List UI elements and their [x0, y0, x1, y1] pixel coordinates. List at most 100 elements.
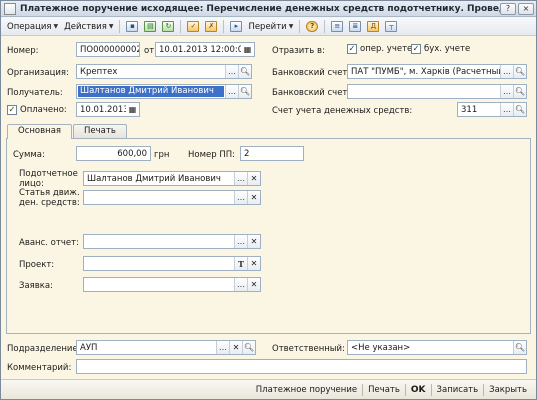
accountable-person-field[interactable]: Шалтанов Дмитрий Иванович … ✕ — [83, 171, 261, 186]
oper-accounting-checkbox[interactable]: ✓ опер. учете — [347, 44, 412, 54]
checkmark-icon: ✓ — [411, 44, 421, 54]
post-icon[interactable]: ✓ — [185, 20, 201, 34]
sum-label: Сумма: — [13, 150, 45, 160]
paid-date-field[interactable]: 10.01.2013 ▦ — [76, 102, 140, 117]
toolbar-separator — [299, 20, 301, 33]
clear-icon[interactable]: ✕ — [229, 341, 242, 354]
search-icon[interactable]: 🔍︎ — [238, 65, 251, 78]
checkmark-icon: ✓ — [7, 105, 17, 115]
goto-menu-label: Перейти — [248, 21, 287, 32]
save-icon[interactable]: ▪ — [124, 20, 140, 34]
bank-account-label: Банковский счет: — [272, 68, 351, 78]
select-button[interactable]: … — [500, 103, 513, 116]
comment-field[interactable] — [76, 359, 527, 374]
project-field[interactable]: T ✕ — [83, 256, 261, 271]
number-field[interactable]: ПО000000002 — [76, 42, 140, 57]
text-type-icon[interactable]: T — [234, 257, 247, 270]
select-button[interactable]: … — [500, 85, 513, 98]
goto-menu[interactable]: Перейти ▼ — [245, 19, 296, 35]
search-icon[interactable]: 🔍︎ — [238, 85, 251, 98]
toolbar-separator — [180, 20, 182, 33]
select-button[interactable]: … — [234, 278, 247, 291]
close-window-button[interactable]: × — [518, 2, 534, 15]
list-icon[interactable]: ≡ — [329, 20, 345, 34]
organization-field[interactable]: Крептех … 🔍︎ — [76, 64, 252, 79]
request-label: Заявка: — [19, 281, 53, 291]
oper-accounting-label: опер. учете — [360, 44, 413, 54]
document-icon — [4, 2, 16, 15]
print-button[interactable]: Печать — [363, 385, 405, 395]
tab-print[interactable]: Печать — [73, 124, 127, 138]
responsible-label: Ответственный: — [272, 344, 345, 354]
operation-menu[interactable]: Операция ▼ — [4, 19, 61, 35]
operation-menu-label: Операция — [7, 21, 52, 32]
advance-report-field[interactable]: … ✕ — [83, 234, 261, 249]
help-icon[interactable]: ? — [304, 20, 320, 34]
select-button[interactable]: … — [225, 85, 238, 98]
comment-label: Комментарий: — [7, 363, 72, 373]
number-value: ПО000000002 — [80, 44, 139, 55]
ok-button[interactable]: OK — [406, 385, 431, 395]
paid-label: Оплачено: — [20, 105, 67, 115]
responsible-value: <Не указан> — [351, 342, 411, 353]
refresh-icon[interactable]: ↻ — [160, 20, 176, 34]
clear-icon[interactable]: ✕ — [247, 235, 260, 248]
chevron-down-icon: ▼ — [288, 23, 294, 30]
select-button[interactable]: … — [225, 65, 238, 78]
close-button[interactable]: Закрыть — [484, 385, 532, 395]
pp-number-field[interactable]: 2 — [240, 146, 304, 161]
date-field[interactable]: 10.01.2013 12:00:00 ▦ — [155, 42, 255, 57]
search-icon[interactable]: 🔍︎ — [242, 341, 255, 354]
select-button[interactable]: … — [234, 235, 247, 248]
cash-account-label: Счет учета денежных средств: — [272, 106, 413, 116]
pp-number-value: 2 — [244, 148, 250, 159]
title-bar: Платежное поручение исходящее: Перечисле… — [1, 1, 536, 17]
buh-accounting-checkbox[interactable]: ✓ бух. учете — [411, 44, 470, 54]
ledger-icon[interactable]: Д — [365, 20, 381, 34]
copy-icon[interactable]: ▤ — [142, 20, 158, 34]
write-button[interactable]: Записать — [432, 385, 484, 395]
buh-accounting-label: бух. учете — [424, 44, 471, 54]
clear-icon[interactable]: ✕ — [247, 191, 260, 204]
accountable-person-value: Шалтанов Дмитрий Иванович — [87, 173, 221, 184]
tab-bar: Основная Печать — [7, 124, 128, 139]
search-icon[interactable]: 🔍︎ — [513, 85, 526, 98]
cashflow-label-line1: Статья движ. — [19, 188, 80, 198]
select-button[interactable]: … — [216, 341, 229, 354]
reflect-label: Отразить в: — [272, 46, 325, 56]
search-icon[interactable]: 🔍︎ — [513, 103, 526, 116]
search-icon[interactable]: 🔍︎ — [513, 65, 526, 78]
search-icon[interactable]: 🔍︎ — [513, 341, 526, 354]
request-field[interactable]: … ✕ — [83, 277, 261, 292]
hierarchy-icon[interactable]: ┬ — [383, 20, 399, 34]
cash-account-field[interactable]: 311 … 🔍︎ — [457, 102, 527, 117]
clear-icon[interactable]: ✕ — [247, 278, 260, 291]
select-button[interactable]: … — [234, 191, 247, 204]
date-value: 10.01.2013 12:00:00 — [159, 44, 241, 55]
calendar-icon[interactable]: ▦ — [126, 103, 139, 116]
dt-kt-icon[interactable]: ≣ — [347, 20, 363, 34]
clear-icon[interactable]: ✕ — [247, 172, 260, 185]
select-button[interactable]: … — [500, 65, 513, 78]
responsible-field[interactable]: <Не указан> 🔍︎ — [347, 340, 527, 355]
paid-checkbox[interactable]: ✓ Оплачено: — [7, 105, 67, 115]
select-button[interactable]: … — [234, 172, 247, 185]
calendar-icon[interactable]: ▦ — [241, 43, 254, 56]
organization-label: Организация: — [7, 68, 69, 78]
clear-icon[interactable]: ✕ — [247, 257, 260, 270]
cashflow-item-field[interactable]: … ✕ — [83, 190, 261, 205]
bank-account-field[interactable]: ПАТ "ПУМБ", м. Харків (Расчетный) … 🔍︎ — [347, 64, 527, 79]
recipient-bank-account-field[interactable]: … 🔍︎ — [347, 84, 527, 99]
tab-main[interactable]: Основная — [7, 124, 73, 139]
toolbar-separator — [223, 20, 225, 33]
actions-menu[interactable]: Действия ▼ — [61, 19, 116, 35]
sum-field[interactable]: 600,00 — [76, 146, 151, 161]
help-button[interactable]: ? — [500, 2, 516, 15]
department-field[interactable]: АУП … ✕ 🔍︎ — [76, 340, 256, 355]
toolbar: Операция ▼ Действия ▼ ▪ ▤ ↻ ✓ ✗ ▸ Перейт… — [1, 18, 536, 36]
structure-icon[interactable]: ▸ — [228, 20, 244, 34]
payment-order-print-button[interactable]: Платежное поручение — [251, 385, 362, 395]
recipient-field[interactable]: Шалтанов Дмитрий Иванович … 🔍︎ — [76, 84, 252, 99]
unpost-icon[interactable]: ✗ — [203, 20, 219, 34]
accountable-label-line1: Подотчетное — [19, 169, 78, 179]
